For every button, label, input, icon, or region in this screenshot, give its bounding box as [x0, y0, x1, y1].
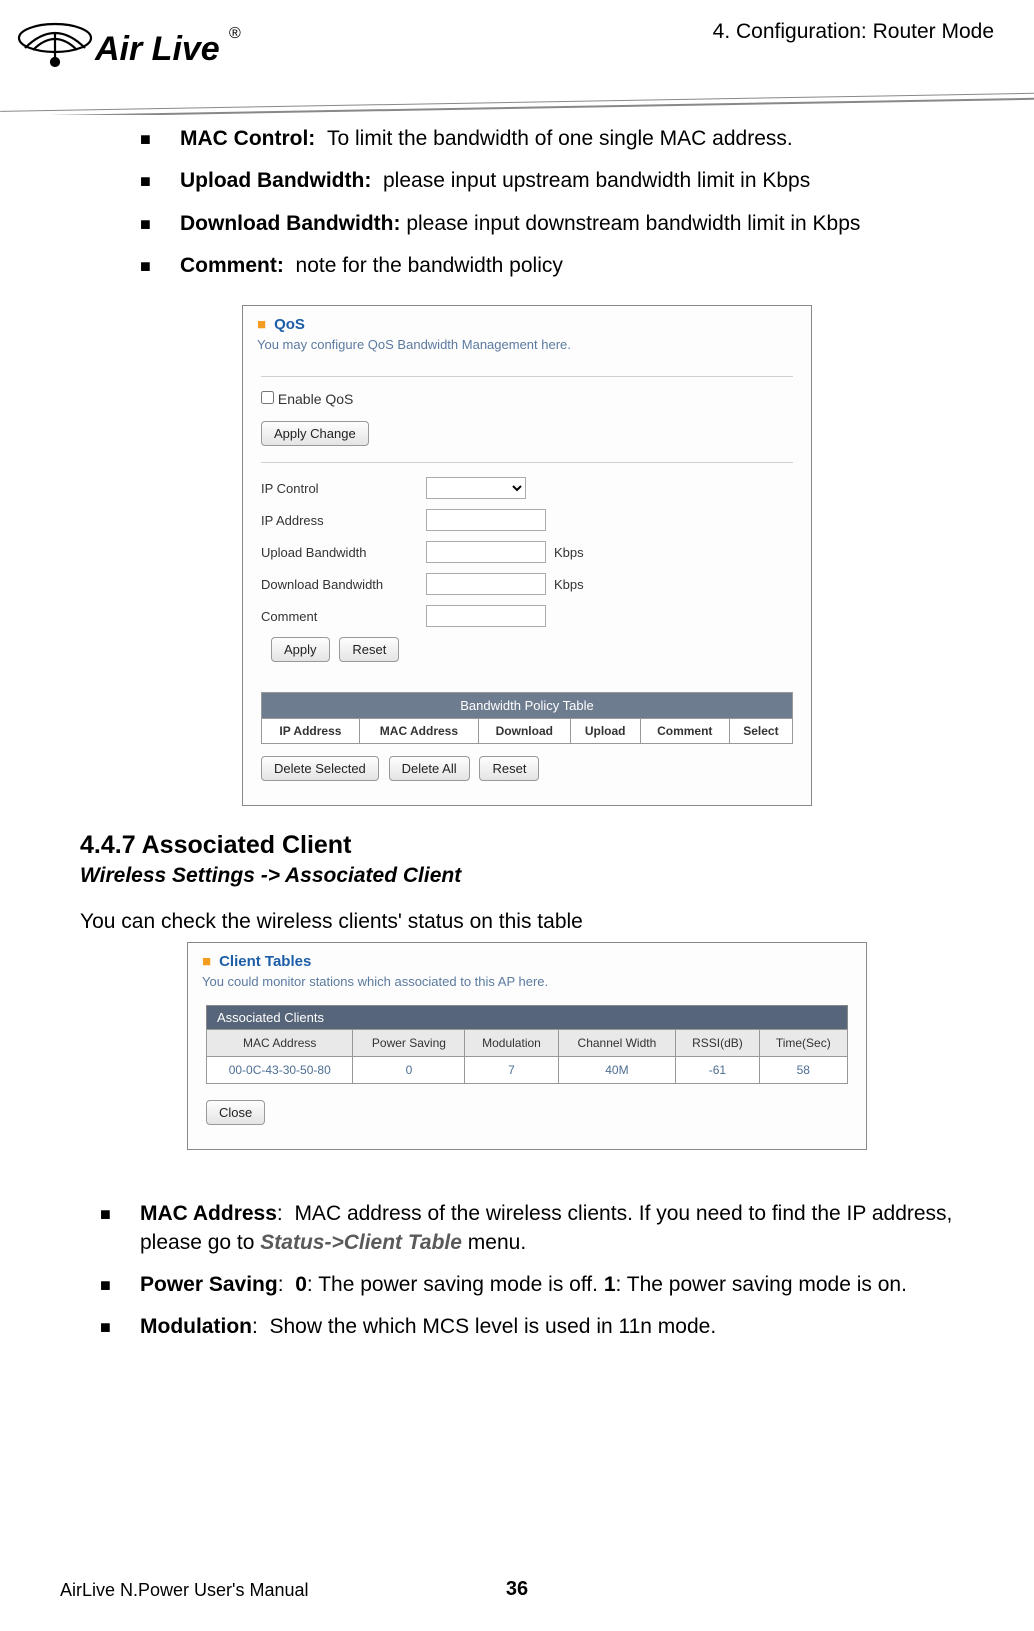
- cell-power-saving: 0: [353, 1057, 465, 1084]
- associated-clients-title: Associated Clients: [206, 1005, 848, 1029]
- upload-bw-row: Upload Bandwidth Kbps: [261, 541, 793, 563]
- chapter-title: 4. Configuration: Router Mode: [713, 20, 994, 44]
- col-power-saving: Power Saving: [353, 1030, 465, 1057]
- ip-address-input[interactable]: [426, 509, 546, 531]
- bandwidth-policy-table-title: Bandwidth Policy Table: [261, 692, 793, 718]
- section-breadcrumb: Wireless Settings -> Associated Client: [80, 864, 974, 888]
- bandwidth-policy-table: IP Address MAC Address Download Upload C…: [261, 718, 793, 744]
- section-heading: 4.4.7 Associated Client: [80, 831, 974, 860]
- delete-all-button[interactable]: Delete All: [389, 756, 470, 781]
- client-tables-title: ■Client Tables: [188, 943, 866, 974]
- section-intro: You can check the wireless clients' stat…: [80, 910, 974, 934]
- client-field-bullets: MAC Address: MAC address of the wireless…: [100, 1200, 974, 1341]
- col-comment: Comment: [640, 719, 729, 744]
- col-channel-width: Channel Width: [558, 1030, 676, 1057]
- svg-text:®: ®: [229, 25, 241, 42]
- apply-button[interactable]: Apply: [271, 637, 330, 662]
- ip-control-row: IP Control: [261, 477, 793, 499]
- download-bw-input[interactable]: [426, 573, 546, 595]
- cell-mac: 00-0C-43-30-50-80: [207, 1057, 353, 1084]
- col-mac: MAC Address: [359, 719, 478, 744]
- qos-panel-title: ■QoS: [243, 306, 811, 337]
- bullet-comment: Comment: note for the bandwidth policy: [140, 252, 974, 280]
- cell-modulation: 7: [465, 1057, 558, 1084]
- qos-field-bullets: MAC Control: To limit the bandwidth of o…: [140, 125, 974, 280]
- col-modulation: Modulation: [465, 1030, 558, 1057]
- square-icon: ■: [202, 953, 211, 970]
- table-row: 00-0C-43-30-50-80 0 7 40M -61 58: [207, 1057, 848, 1084]
- col-time: Time(Sec): [759, 1030, 847, 1057]
- logo: Air Live ®: [15, 10, 245, 91]
- reset-table-button[interactable]: Reset: [479, 756, 539, 781]
- col-upload: Upload: [570, 719, 640, 744]
- enable-qos-label: Enable QoS: [278, 391, 354, 407]
- associated-clients-table: MAC Address Power Saving Modulation Chan…: [206, 1029, 848, 1084]
- qos-panel-desc: You may configure QoS Bandwidth Manageme…: [243, 337, 811, 364]
- page-content: MAC Control: To limit the bandwidth of o…: [0, 115, 1034, 1342]
- bullet-upload-bw: Upload Bandwidth: please input upstream …: [140, 167, 974, 195]
- col-select: Select: [729, 719, 792, 744]
- cell-time: 58: [759, 1057, 847, 1084]
- bullet-modulation: Modulation: Show the which MCS level is …: [100, 1313, 974, 1341]
- comment-input[interactable]: [426, 605, 546, 627]
- footer-manual-name: AirLive N.Power User's Manual: [60, 1580, 309, 1601]
- apply-change-button[interactable]: Apply Change: [261, 421, 369, 446]
- page-header: Air Live ® 4. Configuration: Router Mode: [0, 0, 1034, 115]
- bullet-mac-control: MAC Control: To limit the bandwidth of o…: [140, 125, 974, 153]
- cell-channel-width: 40M: [558, 1057, 676, 1084]
- bullet-mac-address: MAC Address: MAC address of the wireless…: [100, 1200, 974, 1257]
- enable-qos-row: Enable QoS: [261, 391, 793, 407]
- comment-row: Comment: [261, 605, 793, 627]
- table-button-row: Delete Selected Delete All Reset: [261, 756, 793, 789]
- header-divider: [0, 85, 1034, 115]
- form-button-row: Apply Reset: [271, 637, 793, 670]
- client-tables-screenshot: ■Client Tables You could monitor station…: [187, 942, 867, 1150]
- col-download: Download: [478, 719, 570, 744]
- upload-bw-input[interactable]: [426, 541, 546, 563]
- svg-text:Air Live: Air Live: [94, 30, 220, 68]
- bullet-download-bw: Download Bandwidth: please input downstr…: [140, 210, 974, 238]
- col-ip: IP Address: [262, 719, 360, 744]
- cell-rssi: -61: [676, 1057, 759, 1084]
- square-icon: ■: [257, 316, 266, 333]
- col-rssi: RSSI(dB): [676, 1030, 759, 1057]
- bullet-power-saving: Power Saving: 0: The power saving mode i…: [100, 1271, 974, 1299]
- qos-screenshot: ■QoS You may configure QoS Bandwidth Man…: [242, 305, 812, 806]
- close-button[interactable]: Close: [206, 1100, 265, 1125]
- reset-button[interactable]: Reset: [339, 637, 399, 662]
- ip-control-select[interactable]: [426, 477, 526, 499]
- download-bw-row: Download Bandwidth Kbps: [261, 573, 793, 595]
- client-tables-desc: You could monitor stations which associa…: [188, 974, 866, 1001]
- divider: [261, 462, 793, 463]
- col-mac: MAC Address: [207, 1030, 353, 1057]
- delete-selected-button[interactable]: Delete Selected: [261, 756, 379, 781]
- table-header-row: IP Address MAC Address Download Upload C…: [262, 719, 793, 744]
- enable-qos-checkbox[interactable]: [261, 391, 274, 404]
- ip-address-row: IP Address: [261, 509, 793, 531]
- divider: [261, 376, 793, 377]
- table-header-row: MAC Address Power Saving Modulation Chan…: [207, 1030, 848, 1057]
- page-footer: AirLive N.Power User's Manual 36: [0, 1578, 1034, 1601]
